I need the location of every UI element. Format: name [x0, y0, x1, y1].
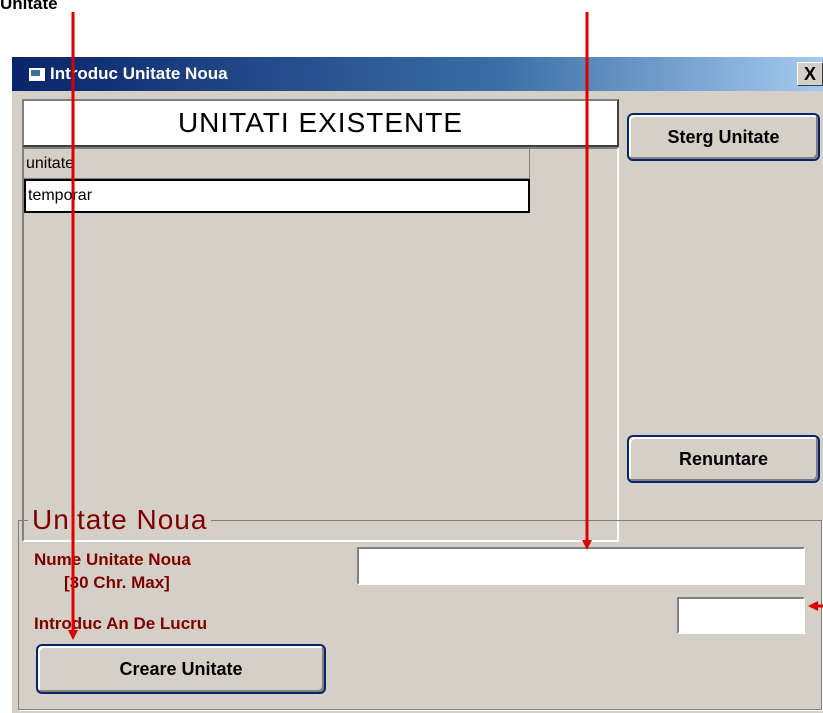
- cancel-button[interactable]: Renuntare: [627, 435, 820, 483]
- group-title: Unitate Noua: [28, 504, 212, 536]
- units-grid: unitate temporar: [24, 149, 530, 213]
- table-row[interactable]: temporar: [24, 179, 530, 213]
- column-header-unitate[interactable]: unitate: [24, 149, 530, 179]
- close-button[interactable]: X: [797, 62, 823, 86]
- units-list[interactable]: unitate temporar: [22, 147, 619, 542]
- unit-name-label: Nume Unitate Noua: [34, 550, 191, 569]
- unit-name-input[interactable]: [357, 547, 805, 585]
- title-bar: Introduc Unitate Noua X: [12, 57, 823, 91]
- dialog-window: Introduc Unitate Noua X UNITATI EXISTENT…: [10, 55, 823, 713]
- window-title: Introduc Unitate Noua: [50, 64, 228, 83]
- list-title: UNITATI EXISTENTE: [22, 99, 619, 147]
- work-year-input[interactable]: [677, 597, 805, 634]
- window-icon: [28, 67, 46, 82]
- work-year-label: Introduc An De Lucru: [34, 614, 208, 633]
- create-unit-button[interactable]: Creare Unitate: [36, 644, 326, 694]
- unit-name-hint: [30 Chr. Max]: [64, 573, 170, 592]
- annotation-label: Unitate: [0, 0, 58, 13]
- delete-unit-button[interactable]: Sterg Unitate: [627, 113, 820, 161]
